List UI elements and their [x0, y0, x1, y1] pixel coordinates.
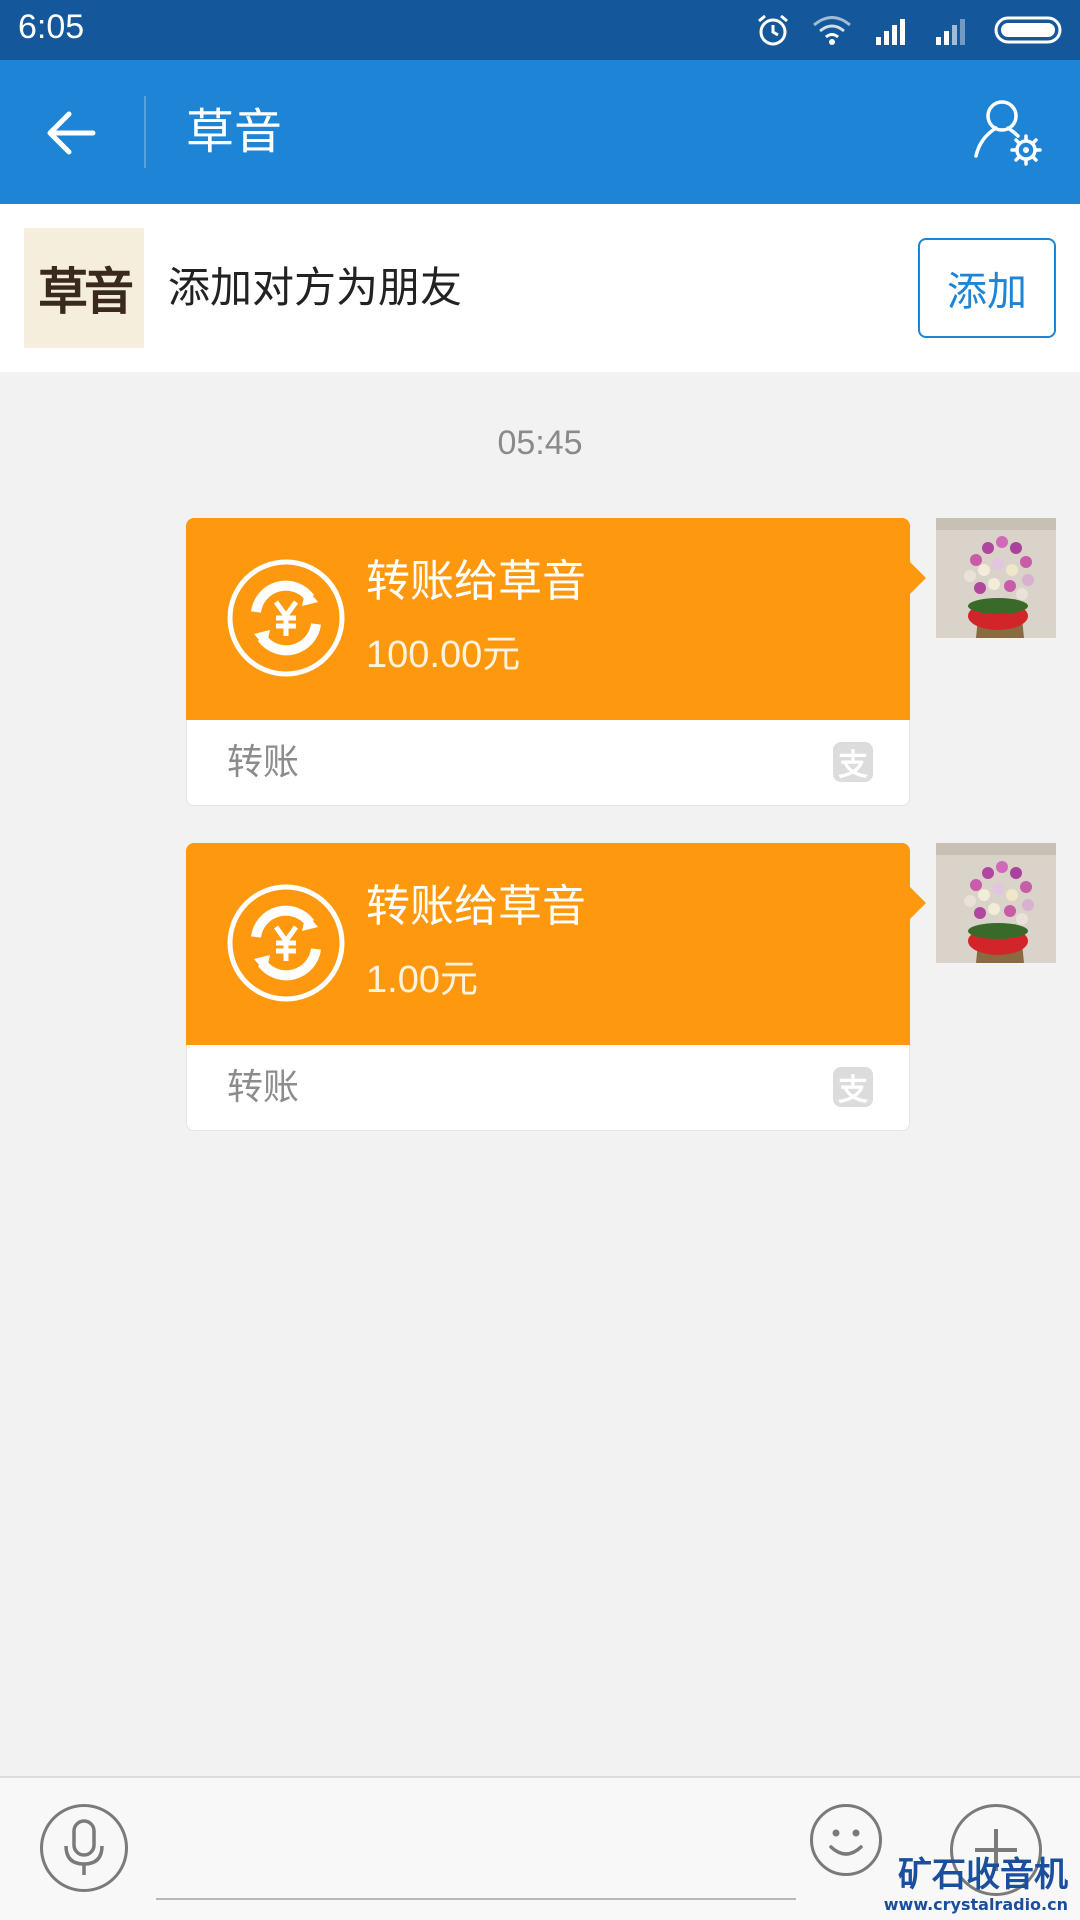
alipay-icon: 支	[833, 742, 873, 783]
orchid-avatar-image	[936, 518, 1056, 638]
bubble-tail	[910, 562, 926, 594]
user-avatar[interactable]	[936, 518, 1056, 638]
back-arrow-icon	[47, 111, 96, 155]
header-divider	[144, 96, 146, 168]
transfer-card-footer: 转账 支	[186, 1045, 910, 1131]
watermark-url: www.crystalradio.cn	[883, 1895, 1068, 1914]
watermark: 矿石收音机 www.crystalradio.cn	[884, 1856, 1068, 1916]
status-icons	[756, 10, 1066, 50]
contact-logo-text: 草音	[38, 262, 134, 321]
orchid-avatar-image	[936, 843, 1056, 963]
transfer-card-header: 转账给草音 100.00元	[186, 518, 910, 720]
back-button[interactable]	[34, 96, 108, 170]
contact-logo[interactable]: 草音	[24, 228, 144, 348]
chat-header: 草音	[0, 60, 1080, 204]
wifi-icon	[813, 16, 851, 45]
emoji-button[interactable]	[810, 1804, 882, 1876]
signal-icon	[876, 19, 905, 45]
transfer-label: 转账	[227, 742, 300, 783]
transfer-message[interactable]: 转账给草音 100.00元 转账 支	[186, 518, 926, 806]
message-timestamp: 05:45	[497, 424, 583, 462]
voice-button[interactable]	[40, 1804, 128, 1892]
add-friend-bar: 草音 添加对方为朋友 添加	[0, 204, 1080, 372]
emoji-icon	[829, 1829, 863, 1856]
transfer-label: 转账	[227, 1067, 300, 1108]
status-time: 6:05	[18, 8, 85, 46]
alipay-icon: 支	[833, 1067, 873, 1108]
status-bar: 6:05	[0, 0, 1080, 60]
user-avatar[interactable]	[936, 843, 1056, 963]
transfer-amount: 100.00元	[366, 634, 521, 676]
chat-title: 草音	[186, 104, 283, 160]
battery-icon	[994, 16, 1062, 44]
transfer-card-footer: 转账 支	[186, 720, 910, 806]
add-friend-button[interactable]: 添加	[918, 238, 1056, 338]
transfer-yuan-icon	[227, 559, 345, 677]
microphone-icon	[64, 1819, 104, 1875]
transfer-yuan-icon	[227, 884, 345, 1002]
transfer-amount: 1.00元	[366, 959, 478, 1001]
alarm-icon	[758, 14, 788, 46]
bubble-tail	[910, 887, 926, 919]
transfer-title: 转账给草音	[366, 556, 586, 607]
transfer-card-header: 转账给草音 1.00元	[186, 843, 910, 1045]
profile-settings-icon	[974, 100, 1042, 166]
add-friend-prompt: 添加对方为朋友	[168, 263, 463, 312]
transfer-title: 转账给草音	[366, 881, 586, 932]
transfer-message[interactable]: 转账给草音 1.00元 转账 支	[186, 843, 926, 1131]
profile-settings-button[interactable]	[970, 94, 1046, 170]
message-input[interactable]	[156, 1802, 796, 1900]
signal-icon	[936, 19, 965, 45]
watermark-title: 矿石收音机	[898, 1855, 1068, 1895]
